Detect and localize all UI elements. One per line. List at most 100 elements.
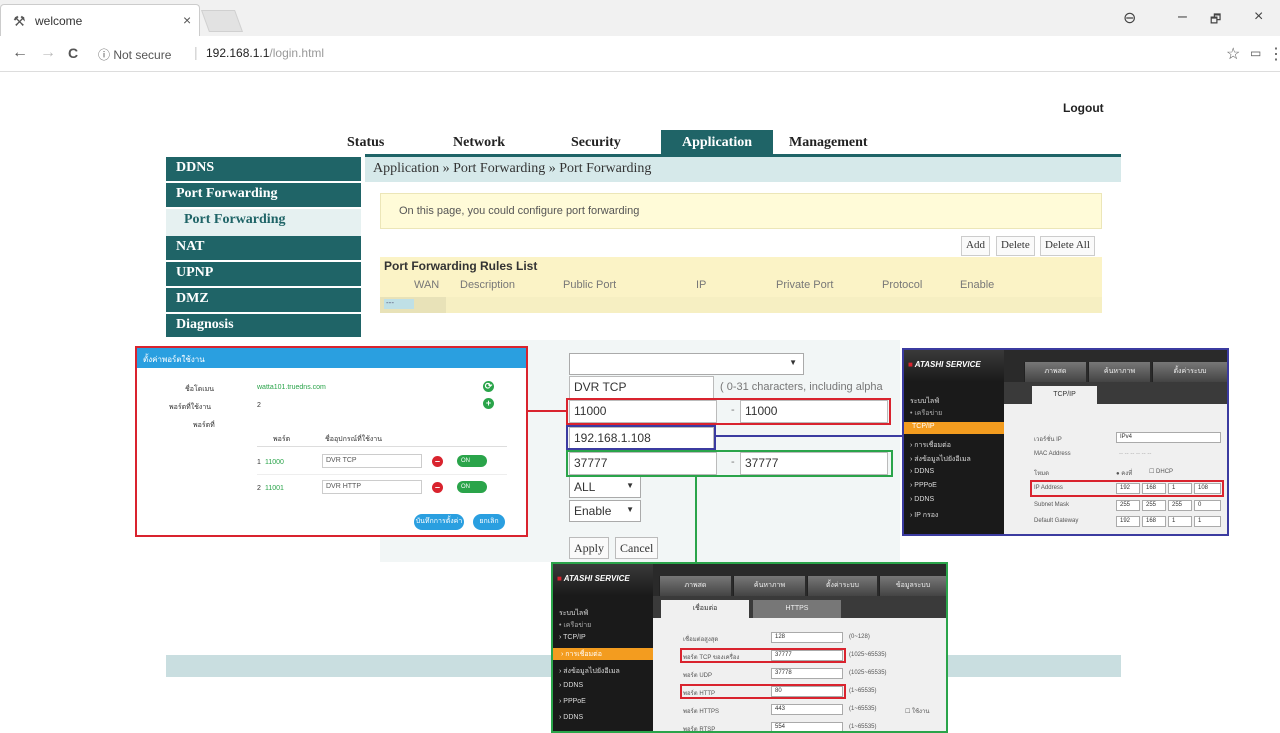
dvr-tab-live[interactable]: ภาพสด [1024, 362, 1086, 382]
dvr-menu-item-active[interactable]: TCP/IP [904, 422, 1004, 434]
domain-value[interactable]: watta101.truedns.com [257, 384, 326, 391]
dvr-mask-octet[interactable]: 255 [1168, 500, 1192, 511]
dvr-menu-item[interactable]: › DDNS [910, 496, 934, 503]
description-hint: ( 0-31 characters, including alpha [720, 381, 883, 393]
dvr-tab-settings[interactable]: ตั้งค่าระบบ [807, 576, 877, 596]
dvr-tab-search[interactable]: ค้นหาภาพ [733, 576, 805, 596]
dvr-mode-dhcp[interactable]: ☐ DHCP [1149, 468, 1173, 475]
dvr-label: Subnet Mask [1034, 502, 1070, 508]
delete-button[interactable]: Delete [996, 236, 1035, 256]
cancel-button[interactable]: Cancel [615, 537, 659, 559]
dvr-panel-tab[interactable]: เชื่อมต่อ [661, 600, 749, 618]
tab-management[interactable]: Management [789, 135, 868, 151]
popup-save-button[interactable]: บันทึกการตั้งค่า [414, 514, 464, 530]
dvr-menu-item[interactable]: • เครือข่าย [910, 408, 942, 419]
dvr-menu-item[interactable]: › PPPoE [910, 482, 937, 489]
sidebar-subitem-port-forwarding[interactable]: Port Forwarding [166, 209, 361, 236]
dvr-menu-item[interactable]: › DDNS [910, 468, 934, 475]
col-private-port: Private Port [776, 279, 834, 291]
dvr-mask-octet[interactable]: 255 [1142, 500, 1166, 511]
browser-tab[interactable]: ⚒ welcome × [0, 4, 200, 36]
back-icon[interactable]: ← [12, 44, 28, 62]
dvr-gateway-octet[interactable]: 168 [1142, 516, 1166, 527]
dvr-rtsp-port-input[interactable]: 554 [771, 722, 843, 731]
delete-all-button[interactable]: Delete All [1040, 236, 1095, 256]
dvr-https-port-input[interactable]: 443 [771, 704, 843, 715]
info-icon: ⓘ [98, 48, 114, 62]
sidebar-item-upnp[interactable]: UPNP [166, 262, 361, 287]
dvr-tcpip-panel: ■ ATASHI SERVICE ภาพสด ค้นหาภาพ ตั้งค่าร… [902, 348, 1229, 536]
dvr-gateway-octet[interactable]: 1 [1194, 516, 1221, 527]
row-desc-input[interactable]: DVR HTTP [322, 480, 422, 494]
tab-security[interactable]: Security [571, 135, 621, 151]
url-field[interactable]: ⓘ Not secure | 192.168.1.1/login.html [98, 42, 1208, 66]
add-button[interactable]: Add [961, 236, 990, 256]
security-indicator[interactable]: ⓘ Not secure [98, 46, 171, 63]
dvr-panel-tab[interactable]: TCP/IP [1032, 386, 1097, 404]
dvr-menu-item[interactable]: › DDNS [559, 714, 583, 721]
add-icon[interactable]: + [483, 398, 494, 409]
dvr-range: (1~65535) [849, 688, 877, 694]
minimize-icon[interactable]: – [1178, 8, 1187, 26]
dvr-label: Default Gateway [1034, 518, 1079, 524]
tab-close-icon[interactable]: × [183, 12, 191, 28]
row-toggle[interactable]: ON [457, 455, 487, 467]
dvr-https-enable-checkbox[interactable]: ☐ ใช้งาน [905, 706, 929, 716]
dvr-menu-item[interactable]: › TCP/IP [559, 634, 586, 641]
profile-icon[interactable]: ⊖ [1123, 8, 1136, 28]
maximize-icon[interactable]: 🗗 [1210, 10, 1221, 31]
dvr-tab-search[interactable]: ค้นหาภาพ [1088, 362, 1150, 382]
tab-network[interactable]: Network [453, 135, 505, 151]
tab-status[interactable]: Status [347, 135, 384, 151]
dvr-mask-octet[interactable]: 0 [1194, 500, 1221, 511]
dvr-tab-info[interactable]: ข้อมูลระบบ [879, 576, 946, 596]
dvr-ip-version-select[interactable]: IPv4 [1116, 432, 1221, 443]
sidebar-item-port-forwarding[interactable]: Port Forwarding [166, 183, 361, 208]
address-bar: ← → C ⓘ Not secure | 192.168.1.1/login.h… [0, 36, 1280, 72]
dvr-max-conn-input[interactable]: 128 [771, 632, 843, 643]
dvr-mode-static[interactable]: ● คงที่ [1116, 468, 1132, 478]
logout-link[interactable]: Logout [1063, 101, 1104, 115]
sidebar-item-dmz[interactable]: DMZ [166, 288, 361, 313]
dvr-menu-item[interactable]: ระบบไลฟ์ [559, 608, 588, 619]
dvr-tab-settings[interactable]: ตั้งค่าระบบ [1152, 362, 1227, 382]
reload-icon[interactable]: C [68, 45, 78, 61]
dvr-gateway-octet[interactable]: 192 [1116, 516, 1140, 527]
dvr-udp-port-input[interactable]: 37778 [771, 668, 843, 679]
menu-icon[interactable]: ⋮ [1268, 44, 1280, 64]
table-row[interactable]: --- [380, 297, 1102, 313]
sidebar-item-nat[interactable]: NAT [166, 236, 361, 261]
dvr-menu-item[interactable]: › PPPoE [559, 698, 586, 705]
refresh-icon[interactable]: ⟳ [483, 381, 494, 392]
dvr-menu-item[interactable]: › ส่งข้อมูลไปยังอีเมล [559, 666, 620, 677]
cast-icon[interactable]: ▭ [1250, 46, 1261, 60]
bookmark-star-icon[interactable]: ☆ [1226, 44, 1240, 64]
description-input[interactable]: DVR TCP [569, 376, 714, 399]
sidebar-item-diagnosis[interactable]: Diagnosis [166, 314, 361, 338]
protocol-select[interactable]: ALL ▼ [569, 476, 641, 498]
dvr-gateway-octet[interactable]: 1 [1168, 516, 1192, 527]
dvr-menu-item[interactable]: • เครือข่าย [559, 620, 591, 631]
enable-select[interactable]: Enable ▼ [569, 500, 641, 522]
dvr-panel-tab[interactable]: HTTPS [753, 600, 841, 618]
wan-select[interactable]: ▼ [569, 353, 804, 375]
dvr-menu-item[interactable]: › ส่งข้อมูลไปยังอีเมล [910, 454, 971, 465]
dvr-menu-item[interactable]: › DDNS [559, 682, 583, 689]
close-window-icon[interactable]: × [1254, 8, 1263, 26]
row-toggle[interactable]: ON [457, 481, 487, 493]
dvr-menu-item-active[interactable]: › การเชื่อมต่อ [553, 648, 653, 660]
remove-icon[interactable]: – [432, 456, 443, 467]
tab-application[interactable]: Application [661, 130, 773, 155]
dvr-menu-item[interactable]: › การเชื่อมต่อ [910, 440, 951, 451]
forward-icon[interactable]: → [40, 44, 56, 62]
dvr-mask-octet[interactable]: 255 [1116, 500, 1140, 511]
row-desc-input[interactable]: DVR TCP [322, 454, 422, 468]
dvr-tab-live[interactable]: ภาพสด [659, 576, 731, 596]
sidebar-item-ddns[interactable]: DDNS [166, 157, 361, 182]
popup-cancel-button[interactable]: ยกเลิก [473, 514, 505, 530]
new-tab-button[interactable] [200, 10, 244, 32]
remove-icon[interactable]: – [432, 482, 443, 493]
dvr-menu-item[interactable]: › IP กรอง [910, 510, 938, 521]
dvr-menu-item[interactable]: ระบบไลฟ์ [910, 396, 939, 407]
apply-button[interactable]: Apply [569, 537, 609, 559]
